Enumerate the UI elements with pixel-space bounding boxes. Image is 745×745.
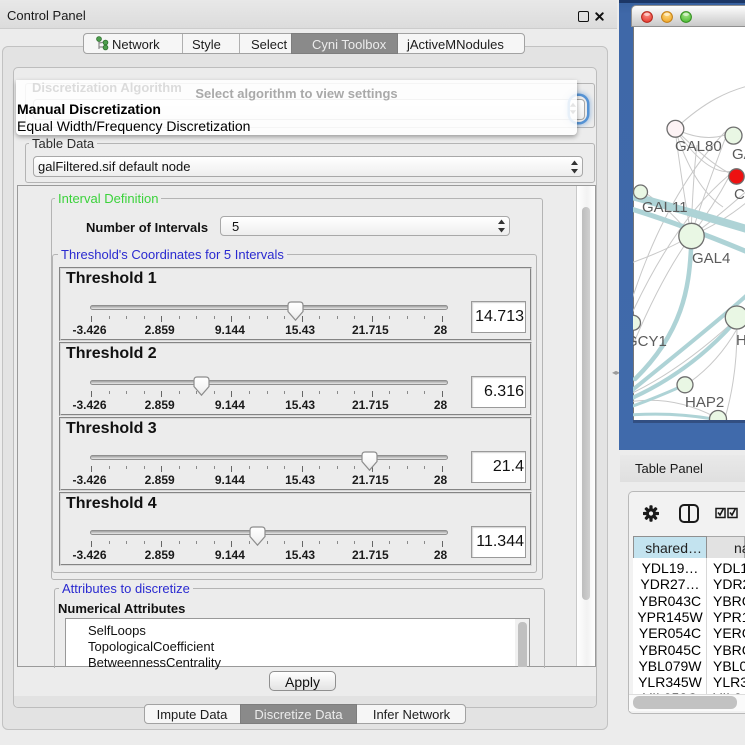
svg-text:C: C	[734, 186, 745, 203]
svg-text:GA: GA	[732, 146, 745, 163]
svg-text:GAL4: GAL4	[692, 250, 730, 267]
svg-text:H: H	[736, 332, 745, 349]
svg-text:HAP2: HAP2	[685, 394, 724, 411]
svg-text:GAL11: GAL11	[642, 199, 688, 216]
svg-text:GAL80: GAL80	[675, 138, 722, 155]
svg-text:GCY1: GCY1	[633, 333, 667, 350]
